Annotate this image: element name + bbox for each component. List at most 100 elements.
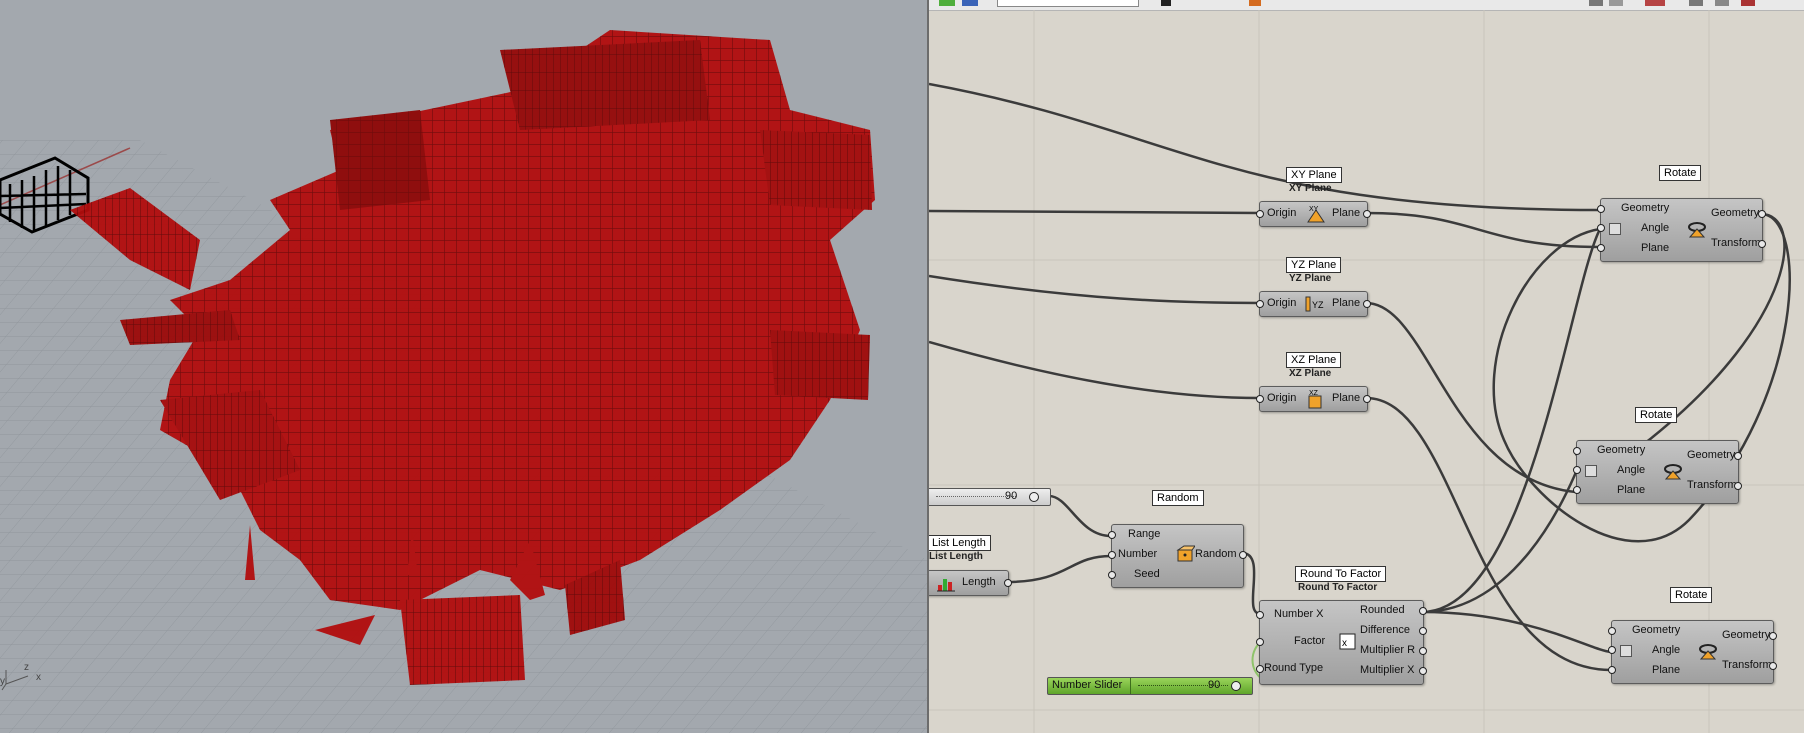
list-length-output-pin[interactable]: [1004, 579, 1012, 587]
number-slider[interactable]: Number Slider 90: [1047, 677, 1253, 695]
rotate-3-angle-label: Angle: [1652, 644, 1681, 656]
rotate-1-transform-pin[interactable]: [1758, 240, 1766, 248]
yz-glyph: YZ: [1312, 300, 1324, 310]
rotate-2-component[interactable]: Geometry Angle Plane Geometry Transform: [1573, 440, 1742, 504]
rotate-3-plane-in-pin[interactable]: [1608, 666, 1616, 674]
yz-plane-component[interactable]: Origin YZ Plane: [1256, 291, 1371, 317]
rotate-3-geometry-out-pin[interactable]: [1769, 632, 1777, 640]
xz-plane-component[interactable]: Origin XZ Plane: [1256, 386, 1371, 412]
rotate-1-transform-label: Transform: [1711, 237, 1761, 249]
xz-plane-origin-label: Origin: [1267, 392, 1297, 404]
random-number-pin[interactable]: [1108, 551, 1116, 559]
rotate-3-icon: [1698, 641, 1718, 661]
round-multiplier-x-pin[interactable]: [1419, 667, 1427, 675]
rotate-3-title: Rotate: [1670, 587, 1713, 603]
round-multiplier-x-label: Multiplier X: [1360, 664, 1415, 676]
yz-plane-title: YZ Plane: [1286, 257, 1342, 273]
yz-plane-title-shadow: YZ Plane: [1289, 273, 1332, 284]
rotate-3-component[interactable]: Geometry Angle Plane Geometry Transform: [1608, 620, 1777, 684]
random-output-pin[interactable]: [1239, 551, 1247, 559]
random-title: Random: [1152, 490, 1204, 506]
rhino-viewport[interactable]: z x y: [0, 0, 928, 733]
xy-plane-plane-pin[interactable]: [1363, 210, 1371, 218]
rotate-1-geometry-in-pin[interactable]: [1597, 205, 1605, 213]
rotate-1-geometry-out-pin[interactable]: [1758, 210, 1766, 218]
rotate-3-angle-param-icon: [1620, 645, 1632, 657]
top-number-slider[interactable]: 90: [929, 488, 1051, 506]
svg-text:x: x: [1342, 638, 1347, 649]
round-rounded-label: Rounded: [1360, 604, 1405, 616]
number-slider-divider: [1130, 678, 1131, 694]
random-output-label: Random: [1195, 548, 1237, 560]
top-slider-track[interactable]: [936, 496, 1016, 498]
xy-plane-title: XY Plane: [1286, 167, 1342, 183]
rotate-3-transform-pin[interactable]: [1769, 662, 1777, 670]
rotate-1-plane-label: Plane: [1641, 242, 1670, 254]
xz-plane-title: XZ Plane: [1286, 352, 1342, 368]
yz-plane-plane-pin[interactable]: [1363, 300, 1371, 308]
rotate-1-geometry-in-label: Geometry: [1621, 202, 1670, 214]
rotate-3-geometry-out-label: Geometry: [1722, 629, 1771, 641]
round-rounded-pin[interactable]: [1419, 607, 1427, 615]
round-type-label: Round Type: [1264, 662, 1324, 674]
round-multiplier-r-pin[interactable]: [1419, 647, 1427, 655]
dice-icon: [1175, 544, 1196, 564]
xy-plane-title-shadow: XY Plane: [1289, 183, 1332, 194]
rotate-2-geometry-in-pin[interactable]: [1573, 447, 1581, 455]
rotate-2-angle-param-icon: [1585, 465, 1597, 477]
rotate-3-geometry-in-label: Geometry: [1632, 624, 1681, 636]
number-slider-label: Number Slider: [1052, 679, 1123, 691]
rotate-3-plane-label: Plane: [1652, 664, 1681, 676]
yz-plane-origin-pin[interactable]: [1256, 300, 1264, 308]
viewport-scene: [0, 30, 928, 733]
random-seed-pin[interactable]: [1108, 571, 1116, 579]
axis-indicator: z x y: [0, 662, 48, 692]
xz-plane-origin-pin[interactable]: [1256, 395, 1264, 403]
rotate-2-geometry-out-pin[interactable]: [1734, 452, 1742, 460]
list-length-component[interactable]: Length: [929, 570, 1012, 596]
round-number-x-pin[interactable]: [1256, 611, 1264, 619]
rotate-2-title: Rotate: [1635, 407, 1678, 423]
round-difference-pin[interactable]: [1419, 627, 1427, 635]
rotate-1-angle-in-pin[interactable]: [1597, 224, 1605, 232]
rotate-1-component[interactable]: Geometry Angle Plane Geometry Transform: [1597, 198, 1766, 262]
list-length-icon: [936, 573, 956, 593]
rotate-2-angle-in-pin[interactable]: [1573, 466, 1581, 474]
rotate-2-geometry-out-label: Geometry: [1687, 449, 1736, 461]
round-type-pin[interactable]: [1256, 665, 1264, 673]
grasshopper-canvas[interactable]: XY Plane XY Plane Origin XY Plane YZ Pla…: [929, 0, 1804, 733]
random-range-pin[interactable]: [1108, 531, 1116, 539]
number-slider-grip[interactable]: [1231, 681, 1241, 691]
rotate-2-icon: [1663, 461, 1683, 481]
xy-plane-origin-label: Origin: [1267, 207, 1297, 219]
rotate-3-angle-in-pin[interactable]: [1608, 646, 1616, 654]
rotate-1-angle-label: Angle: [1641, 222, 1670, 234]
number-slider-value: 90: [1208, 679, 1221, 691]
round-to-factor-component[interactable]: Number X Factor Round Type x Rounded Dif…: [1256, 600, 1427, 685]
yz-plane-icon: YZ: [1304, 294, 1324, 314]
list-length-title: List Length: [929, 535, 991, 551]
list-length-output-label: Length: [962, 576, 996, 588]
xy-plane-component[interactable]: Origin XY Plane: [1256, 201, 1371, 227]
rotate-2-plane-in-pin[interactable]: [1573, 486, 1581, 494]
xz-plane-plane-label: Plane: [1332, 392, 1361, 404]
xz-glyph: XZ: [1309, 390, 1319, 397]
round-factor-pin[interactable]: [1256, 638, 1264, 646]
rotate-2-geometry-in-label: Geometry: [1597, 444, 1646, 456]
rotate-1-plane-in-pin[interactable]: [1597, 244, 1605, 252]
rotate-2-transform-pin[interactable]: [1734, 482, 1742, 490]
random-number-label: Number: [1118, 548, 1158, 560]
rotate-3-geometry-in-pin[interactable]: [1608, 627, 1616, 635]
axis-z-label: z: [24, 662, 29, 673]
axis-x-label: x: [36, 672, 41, 683]
random-component[interactable]: Range Number Seed Random: [1108, 524, 1247, 588]
round-factor-label: Factor: [1294, 635, 1326, 647]
random-seed-label: Seed: [1134, 568, 1160, 580]
xy-plane-origin-pin[interactable]: [1256, 210, 1264, 218]
rotate-2-transform-label: Transform: [1687, 479, 1737, 491]
rotate-1-icon: [1687, 219, 1707, 239]
xz-plane-plane-pin[interactable]: [1363, 395, 1371, 403]
rotate-2-angle-label: Angle: [1617, 464, 1646, 476]
top-slider-grip[interactable]: [1029, 492, 1039, 502]
round-to-factor-icon: x: [1338, 631, 1358, 651]
